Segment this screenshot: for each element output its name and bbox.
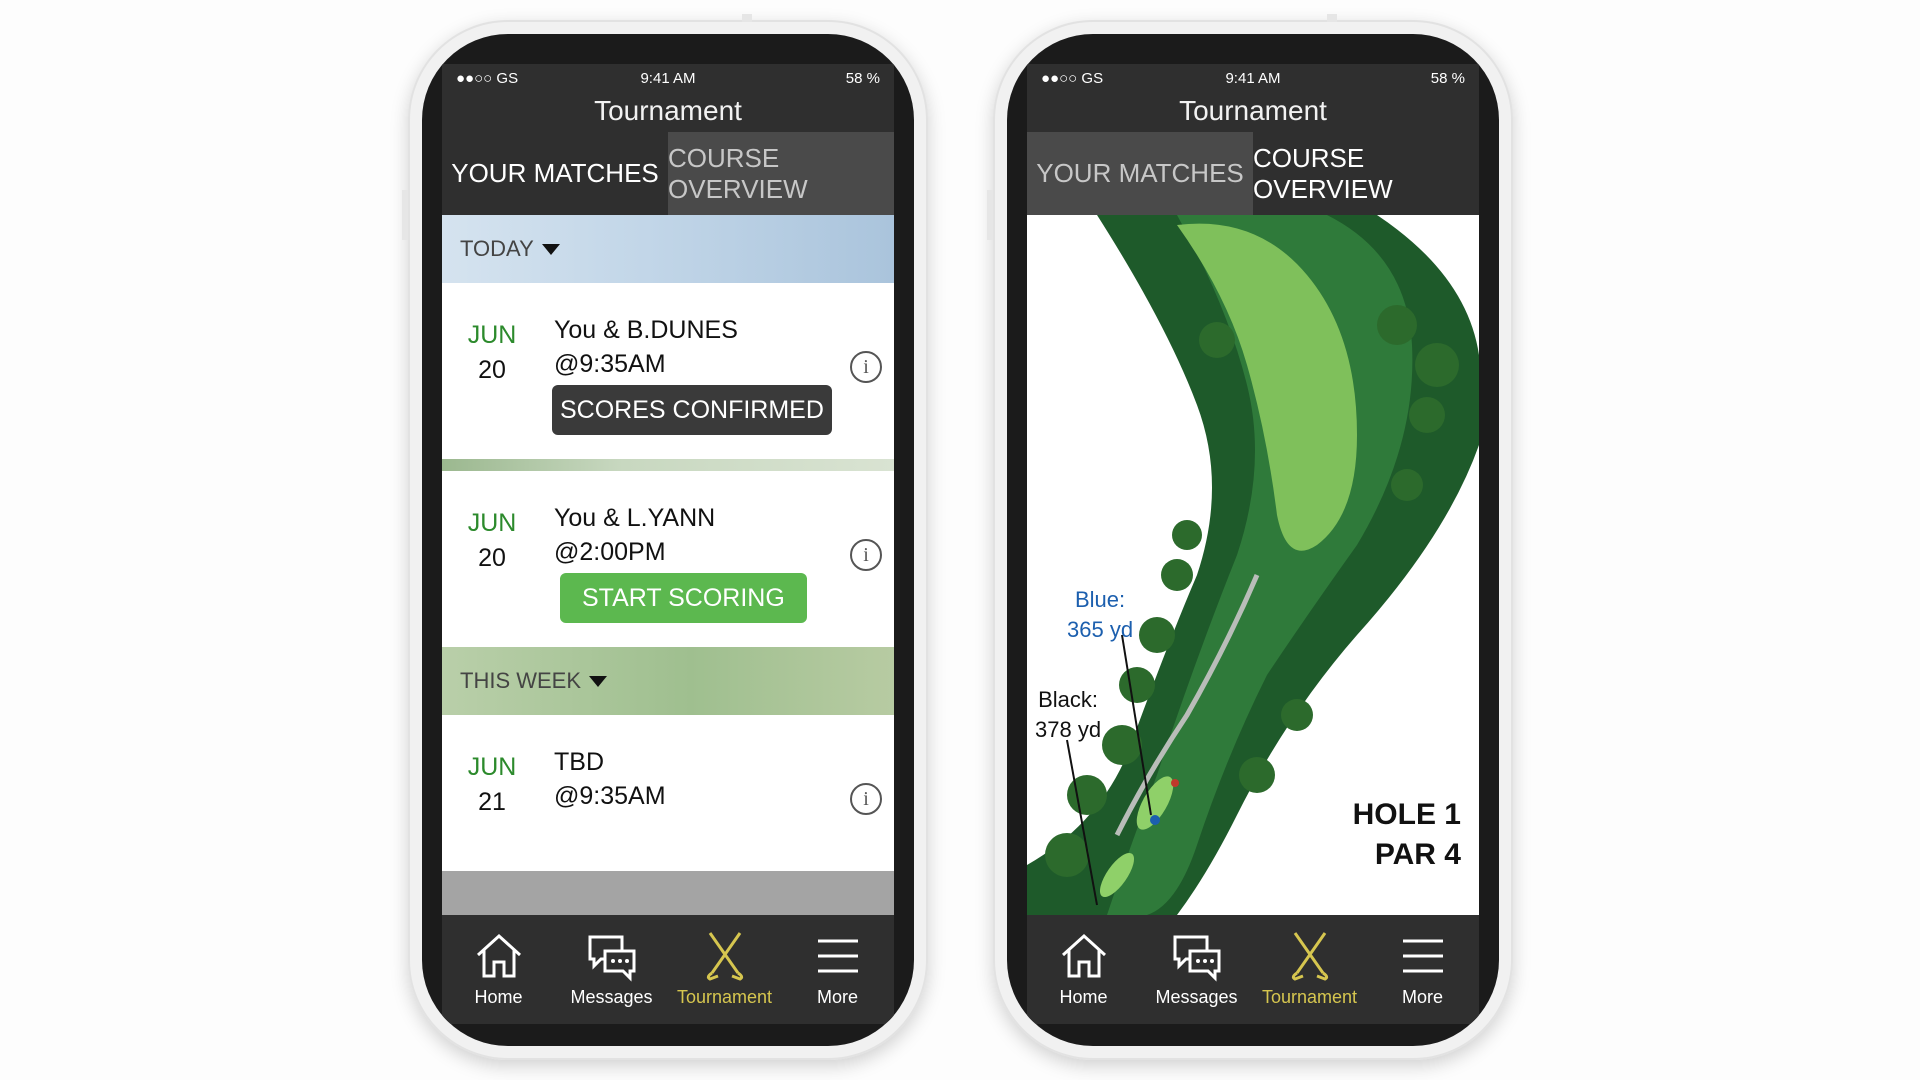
match-month: JUN	[467, 321, 517, 349]
tee-name: Blue:	[1074, 587, 1126, 612]
blue-tee-label: Blue: 365 yd	[1067, 585, 1133, 645]
tab-messages-label: Messages	[1155, 987, 1238, 1007]
segment-tabs: YOUR MATCHES COURSE OVERVIEW	[1027, 132, 1479, 215]
tab-home[interactable]: Home	[442, 915, 555, 1024]
golf-clubs-icon	[1291, 932, 1328, 981]
mute-switch	[402, 190, 408, 240]
match-time: @2:00PM	[554, 538, 666, 566]
match-players: TBD	[554, 748, 604, 776]
home-icon	[476, 933, 521, 978]
match-players: You & B.DUNES	[554, 316, 738, 344]
hamburger-menu-icon	[817, 939, 858, 973]
hole-info: HOLE 1 PAR 4	[1353, 795, 1461, 875]
section-week-label: THIS WEEK	[460, 668, 582, 693]
match-details: You & L.YANN @2:00PM	[554, 501, 715, 569]
info-icon[interactable]: i	[850, 783, 882, 815]
tab-home[interactable]: Home	[1027, 915, 1140, 1024]
match-players: You & L.YANN	[554, 504, 716, 532]
messages-icon	[588, 935, 635, 982]
tab-your-matches[interactable]: YOUR MATCHES	[442, 132, 668, 215]
tab-course-overview[interactable]: COURSE OVERVIEW	[1253, 132, 1479, 215]
phone-right: ●●○○ GS 9:41 AM 58 % Tournament YOUR MAT…	[987, 14, 1513, 1060]
row-divider	[442, 459, 894, 471]
tab-messages[interactable]: Messages	[1140, 915, 1253, 1024]
match-details: TBD @9:35AM	[554, 745, 666, 813]
matches-list: TODAY JUN 20 You & B.DUNES @9:35AM SCORE…	[442, 215, 894, 915]
tab-your-matches[interactable]: YOUR MATCHES	[1027, 132, 1253, 215]
tee-name: Black:	[1038, 687, 1098, 712]
hamburger-menu-icon	[1402, 939, 1443, 973]
list-footer	[442, 871, 894, 915]
hole-number: HOLE 1	[1352, 798, 1461, 831]
bottom-tab-bar: Home Messages Tournament More	[1027, 915, 1479, 1024]
match-details: You & B.DUNES @9:35AM	[554, 313, 738, 381]
course-map[interactable]: Blue: 365 yd Black: 378 yd HOLE 1 PAR 4	[1027, 215, 1479, 915]
tab-home-label: Home	[1059, 987, 1108, 1007]
top-notch	[742, 14, 752, 22]
match-date: JUN 20	[464, 509, 520, 573]
status-time: 9:41 AM	[1225, 70, 1281, 87]
match-day: 20	[478, 356, 506, 384]
match-row[interactable]: JUN 20 You & B.DUNES @9:35AM SCORES CONF…	[442, 283, 894, 459]
caret-down-icon	[541, 243, 560, 255]
tab-messages-label: Messages	[570, 987, 653, 1007]
info-icon[interactable]: i	[850, 351, 882, 383]
battery-label: 58 %	[845, 70, 880, 87]
match-day: 20	[478, 544, 506, 572]
tab-tournament[interactable]: Tournament	[668, 915, 781, 1024]
section-today[interactable]: TODAY	[442, 215, 894, 283]
tab-more[interactable]: More	[781, 915, 894, 1024]
match-month: JUN	[467, 509, 517, 537]
black-tee-label: Black: 378 yd	[1035, 685, 1101, 745]
match-date: JUN 21	[464, 753, 520, 817]
tab-more[interactable]: More	[1366, 915, 1479, 1024]
caret-down-icon	[589, 675, 608, 687]
match-time: @9:35AM	[554, 782, 666, 810]
tab-messages[interactable]: Messages	[555, 915, 668, 1024]
match-row[interactable]: JUN 20 You & L.YANN @2:00PM START SCORIN…	[442, 471, 894, 647]
match-time: @9:35AM	[554, 350, 666, 378]
scores-confirmed-badge[interactable]: SCORES CONFIRMED	[552, 385, 832, 435]
status-bar: ●●○○ GS 9:41 AM 58 %	[442, 64, 894, 90]
start-scoring-button[interactable]: START SCORING	[560, 573, 807, 623]
segment-tabs: YOUR MATCHES COURSE OVERVIEW	[442, 132, 894, 215]
messages-icon	[1173, 935, 1220, 982]
home-icon	[1061, 933, 1106, 978]
match-day: 21	[478, 788, 506, 816]
phone-left: ●●○○ GS 9:41 AM 58 % Tournament YOUR MAT…	[402, 14, 928, 1060]
info-icon[interactable]: i	[850, 539, 882, 571]
top-notch	[1327, 14, 1337, 22]
tab-home-label: Home	[474, 987, 523, 1007]
golf-clubs-icon	[706, 932, 743, 981]
tee-yardage: 365 yd	[1067, 617, 1134, 642]
match-date: JUN 20	[464, 321, 520, 385]
section-this-week[interactable]: THIS WEEK	[442, 647, 894, 715]
battery-label: 58 %	[1430, 70, 1465, 87]
bottom-tab-bar: Home Messages Tournament More	[442, 915, 894, 1024]
tab-course-overview[interactable]: COURSE OVERVIEW	[668, 132, 894, 215]
status-time: 9:41 AM	[640, 70, 696, 87]
page-title: Tournament	[594, 95, 742, 126]
tab-tournament-label: Tournament	[1261, 987, 1358, 1007]
hole-par: PAR 4	[1374, 838, 1461, 871]
match-month: JUN	[467, 753, 517, 781]
tab-more-label: More	[1401, 987, 1443, 1007]
section-today-label: TODAY	[460, 236, 534, 261]
phone-screen: ●●○○ GS 9:41 AM 58 % Tournament YOUR MAT…	[442, 64, 894, 1024]
phone-bezel: ●●○○ GS 9:41 AM 58 % Tournament YOUR MAT…	[422, 34, 914, 1046]
page-title: Tournament	[1179, 95, 1327, 126]
phone-screen: ●●○○ GS 9:41 AM 58 % Tournament YOUR MAT…	[1027, 64, 1479, 1024]
tab-more-label: More	[816, 987, 858, 1007]
mute-switch	[987, 190, 993, 240]
phone-bezel: ●●○○ GS 9:41 AM 58 % Tournament YOUR MAT…	[1007, 34, 1499, 1046]
status-bar: ●●○○ GS 9:41 AM 58 %	[1027, 64, 1479, 90]
match-row[interactable]: JUN 21 TBD @9:35AM i	[442, 715, 894, 891]
tee-yardage: 378 yd	[1035, 717, 1102, 742]
tab-tournament[interactable]: Tournament	[1253, 915, 1366, 1024]
tab-tournament-label: Tournament	[676, 987, 773, 1007]
